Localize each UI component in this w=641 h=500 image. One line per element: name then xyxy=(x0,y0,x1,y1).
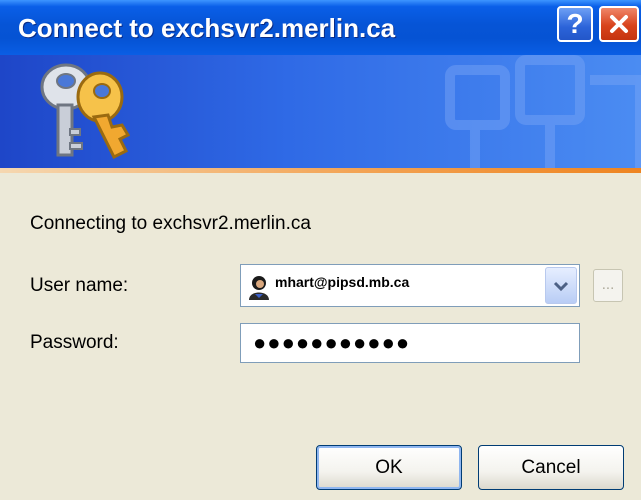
password-field[interactable]: ●●●●●●●●●●● xyxy=(240,323,580,363)
close-button[interactable] xyxy=(599,6,639,42)
browse-button[interactable]: ... xyxy=(593,269,623,302)
help-button[interactable]: ? xyxy=(557,6,593,42)
keys-icon xyxy=(40,63,131,160)
banner xyxy=(0,55,641,168)
username-label: User name: xyxy=(30,275,129,296)
chevron-down-icon xyxy=(553,281,569,291)
cancel-button[interactable]: Cancel xyxy=(478,445,624,490)
password-value: ●●●●●●●●●●● xyxy=(253,330,411,355)
banner-divider xyxy=(0,168,641,173)
ok-button[interactable]: OK xyxy=(316,445,462,490)
username-combobox[interactable]: mhart@pipsd.mb.ca xyxy=(240,264,580,307)
window-title: Connect to exchsvr2.merlin.ca xyxy=(18,13,396,43)
close-icon xyxy=(610,15,628,33)
watermark-keys-graphic xyxy=(445,55,641,168)
help-icon: ? xyxy=(566,8,584,39)
password-label: Password: xyxy=(30,332,119,353)
connecting-message: Connecting to exchsvr2.merlin.ca xyxy=(30,213,311,234)
username-value: mhart@pipsd.mb.ca xyxy=(275,274,410,290)
username-dropdown-button[interactable] xyxy=(545,267,577,304)
title-bar[interactable]: Connect to exchsvr2.merlin.ca ? xyxy=(0,0,641,55)
user-icon xyxy=(249,276,269,300)
